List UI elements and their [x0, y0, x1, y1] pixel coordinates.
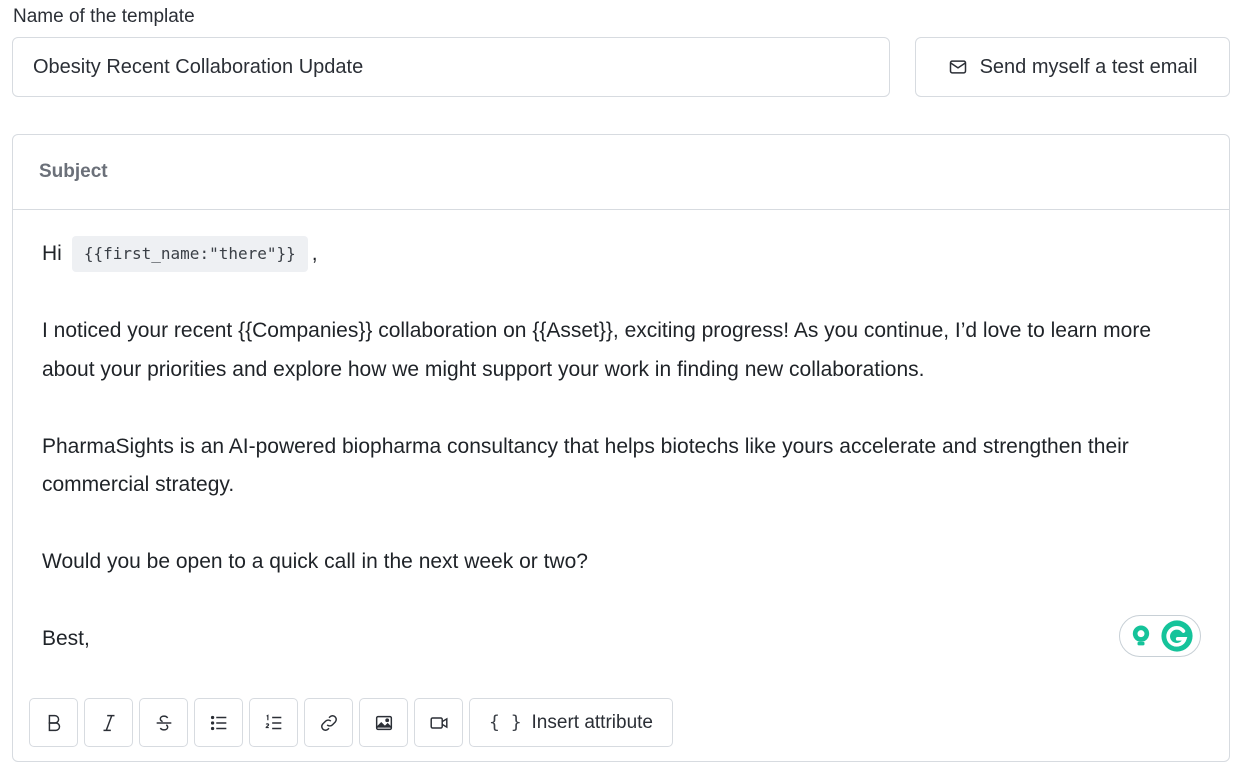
- template-name-input[interactable]: [12, 37, 890, 97]
- greeting-prefix: Hi: [42, 242, 62, 265]
- italic-button[interactable]: [84, 698, 133, 747]
- greeting-suffix: ,: [311, 242, 318, 265]
- send-test-email-button[interactable]: Send myself a test email: [915, 37, 1230, 97]
- body-paragraph: I noticed your recent {{Companies}} coll…: [42, 319, 1152, 381]
- formatting-toolbar: { } Insert attribute: [29, 698, 673, 747]
- body-paragraph: Would you be open to a quick call in the…: [42, 550, 588, 573]
- braces-icon: { }: [489, 712, 522, 733]
- insert-attribute-button[interactable]: { } Insert attribute: [469, 698, 673, 747]
- bullet-list-icon: [210, 715, 226, 730]
- strikethrough-icon: [156, 714, 171, 731]
- insert-attribute-label: Insert attribute: [531, 711, 653, 733]
- video-button[interactable]: [414, 698, 463, 747]
- mail-icon: [949, 60, 966, 74]
- greeting-line: Hi {{first_name:"there"}} ,: [42, 235, 1202, 274]
- email-body[interactable]: Hi {{first_name:"there"}} , I noticed yo…: [42, 235, 1202, 659]
- signoff-paragraph: Best,: [42, 627, 90, 650]
- grammarly-logo-icon[interactable]: [1160, 619, 1194, 653]
- subject-row: [13, 135, 1229, 210]
- bullet-list-button[interactable]: [194, 698, 243, 747]
- image-icon: [375, 715, 392, 730]
- link-button[interactable]: [304, 698, 353, 747]
- numbered-list-icon: [265, 713, 281, 729]
- grammarly-widget[interactable]: [1119, 615, 1201, 657]
- body-paragraph: PharmaSights is an AI-powered biopharma …: [42, 434, 1129, 497]
- video-icon: [429, 716, 448, 729]
- send-test-email-label: Send myself a test email: [979, 55, 1198, 78]
- subject-input[interactable]: [37, 160, 1141, 184]
- italic-icon: [103, 714, 114, 731]
- bold-button[interactable]: [29, 698, 78, 747]
- link-icon: [320, 714, 337, 731]
- lightbulb-icon[interactable]: [1127, 622, 1155, 650]
- strikethrough-button[interactable]: [139, 698, 188, 747]
- email-editor: Hi {{first_name:"there"}} , I noticed yo…: [12, 134, 1230, 762]
- template-name-label: Name of the template: [13, 6, 195, 27]
- bold-icon: [48, 714, 60, 731]
- numbered-list-button[interactable]: [249, 698, 298, 747]
- image-button[interactable]: [359, 698, 408, 747]
- first-name-attribute-chip[interactable]: {{first_name:"there"}}: [71, 236, 308, 273]
